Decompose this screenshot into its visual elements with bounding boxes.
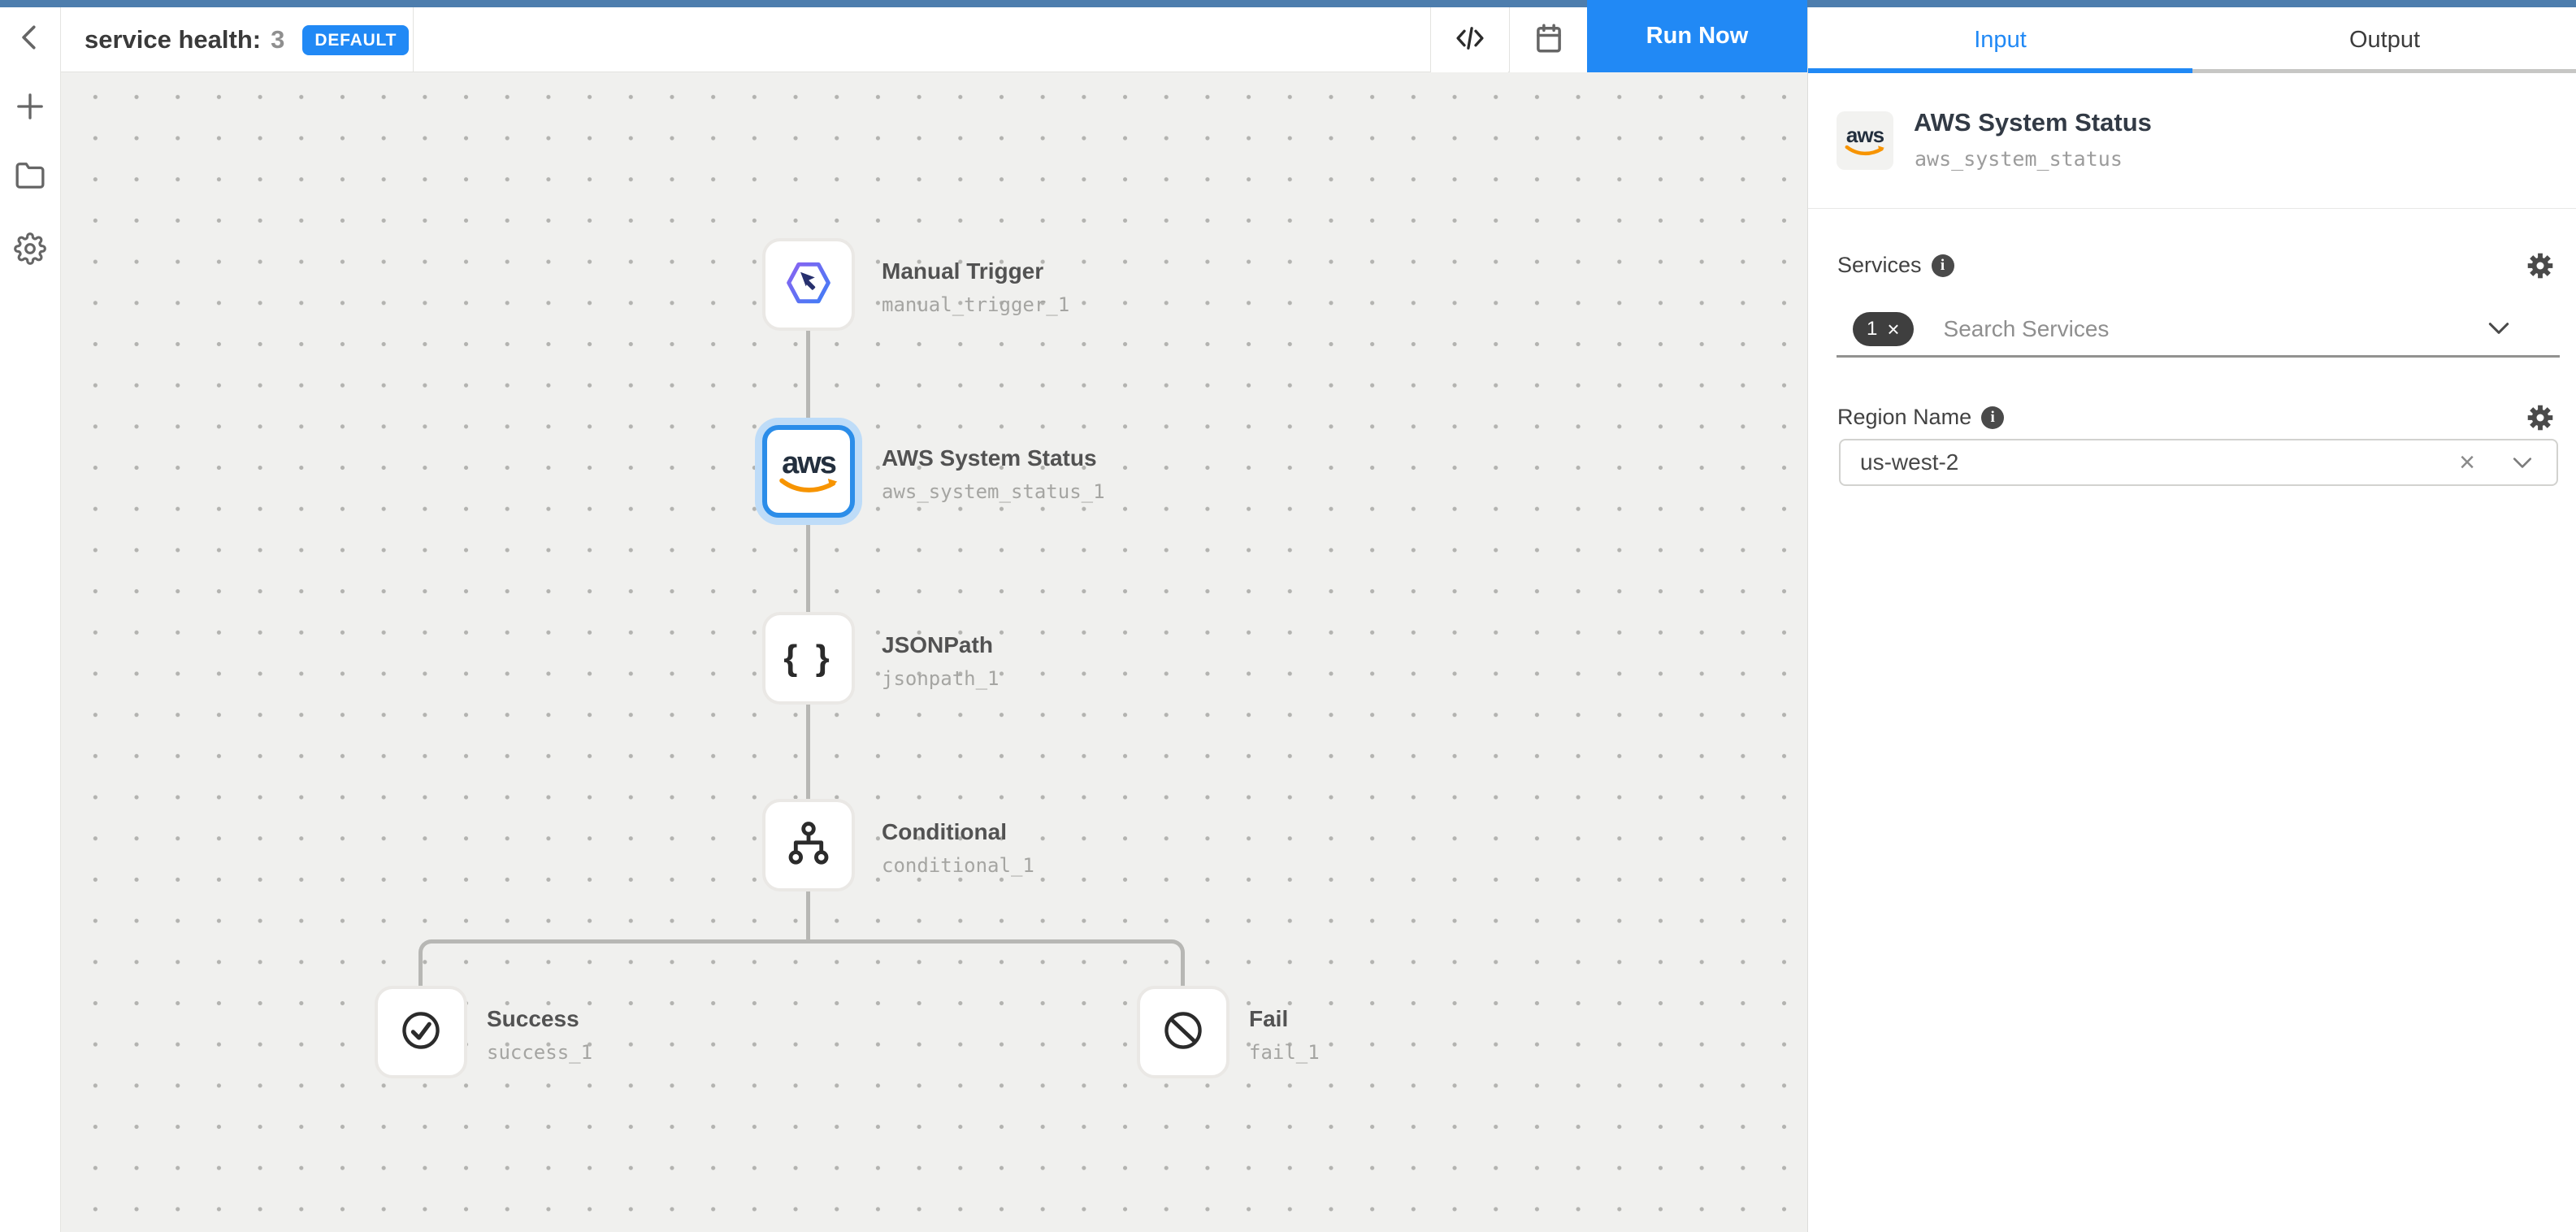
tab-input[interactable]: Input <box>1808 7 2192 72</box>
aws-logo-text: aws <box>782 448 835 479</box>
connector-line <box>806 705 810 802</box>
node-label: Fail <box>1249 1006 1320 1032</box>
info-icon[interactable]: i <box>1981 406 2004 429</box>
default-badge: DEFAULT <box>302 25 409 55</box>
clear-icon[interactable]: × <box>2459 449 2475 476</box>
node-id: success_1 <box>487 1041 592 1064</box>
settings-button[interactable] <box>11 232 49 269</box>
top-accent-strip <box>0 0 2576 7</box>
run-now-button[interactable]: Run Now <box>1587 0 1807 72</box>
node-aws-system-status[interactable]: aws <box>762 425 855 518</box>
branch-icon <box>785 820 832 871</box>
region-name-label: Region Name <box>1837 405 1971 430</box>
config-panel: Input Output aws AWS System Status aws_s… <box>1807 7 2576 1232</box>
active-tab-indicator <box>1808 68 2192 73</box>
schedule-button[interactable] <box>1510 7 1587 72</box>
calendar-icon <box>1532 21 1566 59</box>
gear-icon <box>14 232 46 269</box>
chevron-down-icon[interactable] <box>2488 322 2509 339</box>
folder-icon <box>15 160 46 195</box>
node-fail[interactable] <box>1137 986 1229 1078</box>
node-id: aws_system_status_1 <box>882 480 1105 503</box>
node-success[interactable] <box>375 986 467 1078</box>
workflow-title: service health: <box>85 25 261 54</box>
node-aws-text: AWS System Status aws_system_status_1 <box>882 445 1105 503</box>
manual-trigger-icon <box>783 260 834 310</box>
node-fail-text: Fail fail_1 <box>1249 1006 1320 1064</box>
panel-node-title: AWS System Status <box>1914 108 2152 137</box>
chip-count: 1 <box>1867 318 1877 341</box>
back-button[interactable] <box>11 20 49 58</box>
services-selected-chip[interactable]: 1 × <box>1853 312 1914 346</box>
node-label: Conditional <box>882 819 1034 845</box>
panel-divider <box>1808 208 2576 209</box>
node-id: conditional_1 <box>882 854 1034 877</box>
folders-button[interactable] <box>11 158 49 196</box>
chevron-down-icon[interactable] <box>2513 457 2532 469</box>
info-icon[interactable]: i <box>1932 254 1954 277</box>
gear-icon <box>2526 251 2555 284</box>
panel-node-icon: aws <box>1837 111 1893 170</box>
tab-output-label: Output <box>2349 27 2420 54</box>
check-circle-icon <box>397 1007 445 1058</box>
add-button[interactable] <box>11 89 49 127</box>
panel-node-subtitle: aws_system_status <box>1915 147 2123 171</box>
node-id: fail_1 <box>1249 1041 1320 1064</box>
tab-output[interactable]: Output <box>2192 7 2576 72</box>
connector-line <box>806 331 810 428</box>
plus-icon <box>14 90 46 127</box>
header-divider <box>413 7 414 72</box>
node-jsonpath-text: JSONPath jsonpath_1 <box>882 632 1000 690</box>
workflow-builder-app: service health: 3 DEFAULT Run Now <box>0 0 2576 1232</box>
code-icon <box>1451 21 1489 59</box>
top-header: service health: 3 DEFAULT <box>61 7 1807 72</box>
aws-logo-icon: aws <box>1845 124 1885 157</box>
left-sidebar <box>0 7 61 1232</box>
node-label: Manual Trigger <box>882 258 1069 284</box>
services-placeholder: Search Services <box>1944 316 2110 342</box>
workflow-version-count: 3 <box>271 25 284 54</box>
services-label-row: Services i <box>1837 253 1954 278</box>
node-jsonpath[interactable]: { } <box>762 612 855 705</box>
node-manual-trigger-text: Manual Trigger manual_trigger_1 <box>882 258 1069 316</box>
aws-logo-text: aws <box>1846 124 1884 145</box>
connector-line <box>806 518 810 615</box>
code-view-button[interactable] <box>1431 7 1508 72</box>
node-conditional-text: Conditional conditional_1 <box>882 819 1034 877</box>
node-label: JSONPath <box>882 632 1000 658</box>
region-select: × <box>1839 439 2558 486</box>
node-label: Success <box>487 1006 592 1032</box>
tab-input-label: Input <box>1974 27 2027 54</box>
node-id: manual_trigger_1 <box>882 293 1069 316</box>
aws-logo-icon: aws <box>778 448 839 495</box>
chevron-left-icon <box>15 22 46 57</box>
services-combobox[interactable]: 1 × Search Services <box>1837 302 2560 358</box>
services-label: Services <box>1837 253 1922 278</box>
services-settings-button[interactable] <box>2524 251 2556 284</box>
chip-remove-icon[interactable]: × <box>1887 319 1899 340</box>
prohibition-icon <box>1160 1007 1207 1058</box>
node-manual-trigger[interactable] <box>762 238 855 331</box>
region-label-row: Region Name i <box>1837 405 2004 430</box>
curly-braces-icon: { } <box>783 638 833 679</box>
gear-icon <box>2526 403 2555 436</box>
region-input[interactable] <box>1860 449 2459 475</box>
node-id: jsonpath_1 <box>882 667 1000 690</box>
node-conditional[interactable] <box>762 799 855 891</box>
region-settings-button[interactable] <box>2524 403 2556 436</box>
workflow-title-group: service health: 3 DEFAULT <box>85 7 409 72</box>
node-success-text: Success success_1 <box>487 1006 592 1064</box>
tab-bar-divider <box>2192 69 2576 73</box>
branch-connector <box>418 939 1185 987</box>
node-label: AWS System Status <box>882 445 1105 471</box>
connector-line <box>806 891 810 944</box>
